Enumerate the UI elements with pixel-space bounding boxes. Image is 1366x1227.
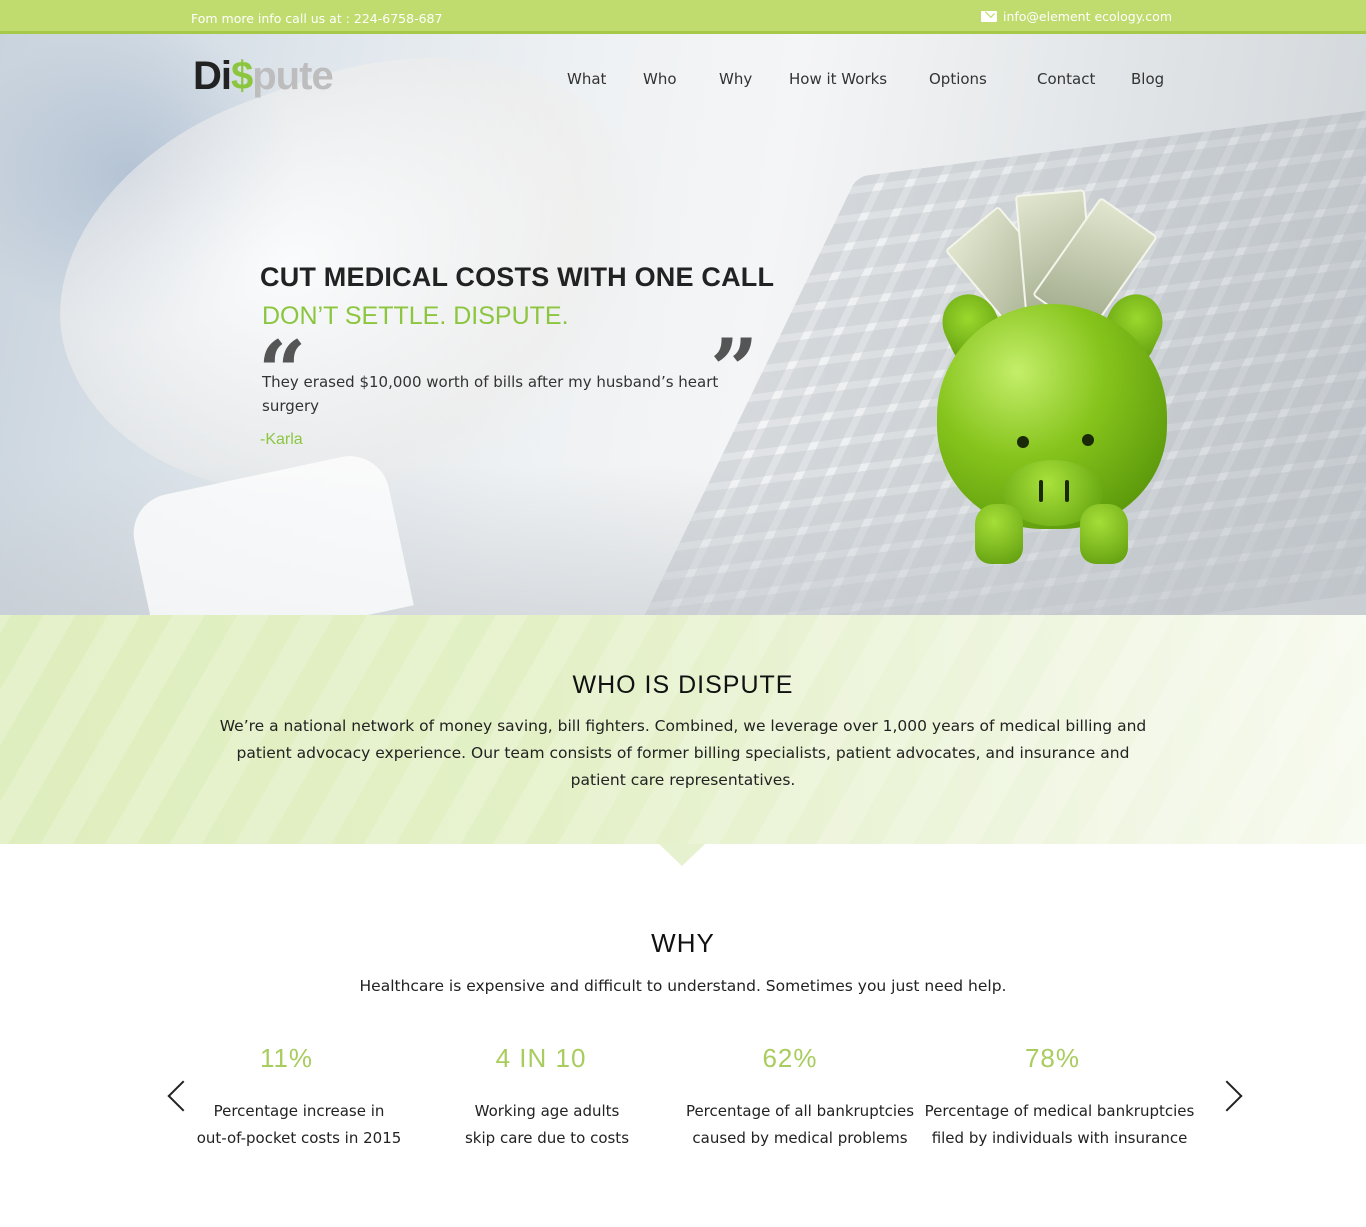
stat-value: 4 IN 10 — [495, 1043, 587, 1073]
testimonial-author: -Karla — [260, 431, 303, 448]
pig-eye — [1017, 436, 1029, 448]
main-nav: What Who Why How it Works Options Contac… — [0, 70, 1366, 90]
pig-eye — [1082, 434, 1094, 446]
nav-item-why[interactable]: Why — [719, 70, 752, 88]
nav-item-blog[interactable]: Blog — [1131, 70, 1164, 88]
mail-icon — [980, 11, 997, 22]
stat-item: 11% Percentage increase in out-of-pocket… — [184, 1043, 414, 1152]
pig-leg — [1080, 504, 1128, 564]
stat-description: Percentage increase in out-of-pocket cos… — [196, 1102, 402, 1147]
piggy-bank-icon — [932, 184, 1175, 584]
nav-item-options[interactable]: Options — [929, 70, 987, 88]
who-description: We’re a national network of money saving… — [219, 717, 1147, 789]
chevron-right-icon[interactable] — [1214, 1080, 1244, 1110]
why-subtitle: Healthcare is expensive and difficult to… — [359, 977, 1007, 995]
pig-nostril — [1065, 480, 1069, 502]
contact-email-link[interactable]: info@element ecology.com — [980, 9, 1172, 24]
pig-leg — [975, 504, 1023, 564]
top-info-bar: Fom more info call us at : 224-6758-687 … — [0, 0, 1366, 34]
hero-headline: CUT MEDICAL COSTS WITH ONE CALL — [260, 262, 775, 292]
contact-phone-text: Fom more info call us at : 224-6758-687 — [191, 11, 443, 26]
hero-subheadline: DON’T SETTLE. DISPUTE. — [262, 302, 569, 330]
why-title: WHY — [651, 928, 715, 958]
stat-value: 62% — [762, 1043, 818, 1073]
stat-description: Percentage of medical bankruptcies filed… — [924, 1102, 1195, 1147]
stat-description: Percentage of all bankruptcies caused by… — [685, 1102, 915, 1147]
nav-item-what[interactable]: What — [567, 70, 606, 88]
stat-item: 4 IN 10 Working age adults skip care due… — [432, 1043, 662, 1152]
hero-banner: Di$pute What Who Why How it Works Option… — [0, 34, 1366, 615]
testimonial-text: They erased $10,000 worth of bills after… — [262, 373, 719, 415]
stat-value: 11% — [259, 1043, 314, 1073]
who-section: WHO IS DISPUTE We’re a national network … — [0, 615, 1366, 844]
stat-item: 62% Percentage of all bankruptcies cause… — [680, 1043, 920, 1152]
nav-item-how-it-works[interactable]: How it Works — [789, 70, 887, 88]
contact-email-text: info@element ecology.com — [1002, 9, 1172, 24]
stat-item: 78% Percentage of medical bankruptcies f… — [922, 1043, 1197, 1152]
nav-item-contact[interactable]: Contact — [1037, 70, 1095, 88]
stat-value: 78% — [1024, 1043, 1081, 1073]
who-title: WHO IS DISPUTE — [572, 671, 794, 699]
nav-item-who[interactable]: Who — [643, 70, 677, 88]
stat-description: Working age adults skip care due to cost… — [464, 1102, 630, 1147]
section-notch — [659, 844, 705, 866]
pig-nostril — [1039, 480, 1043, 502]
